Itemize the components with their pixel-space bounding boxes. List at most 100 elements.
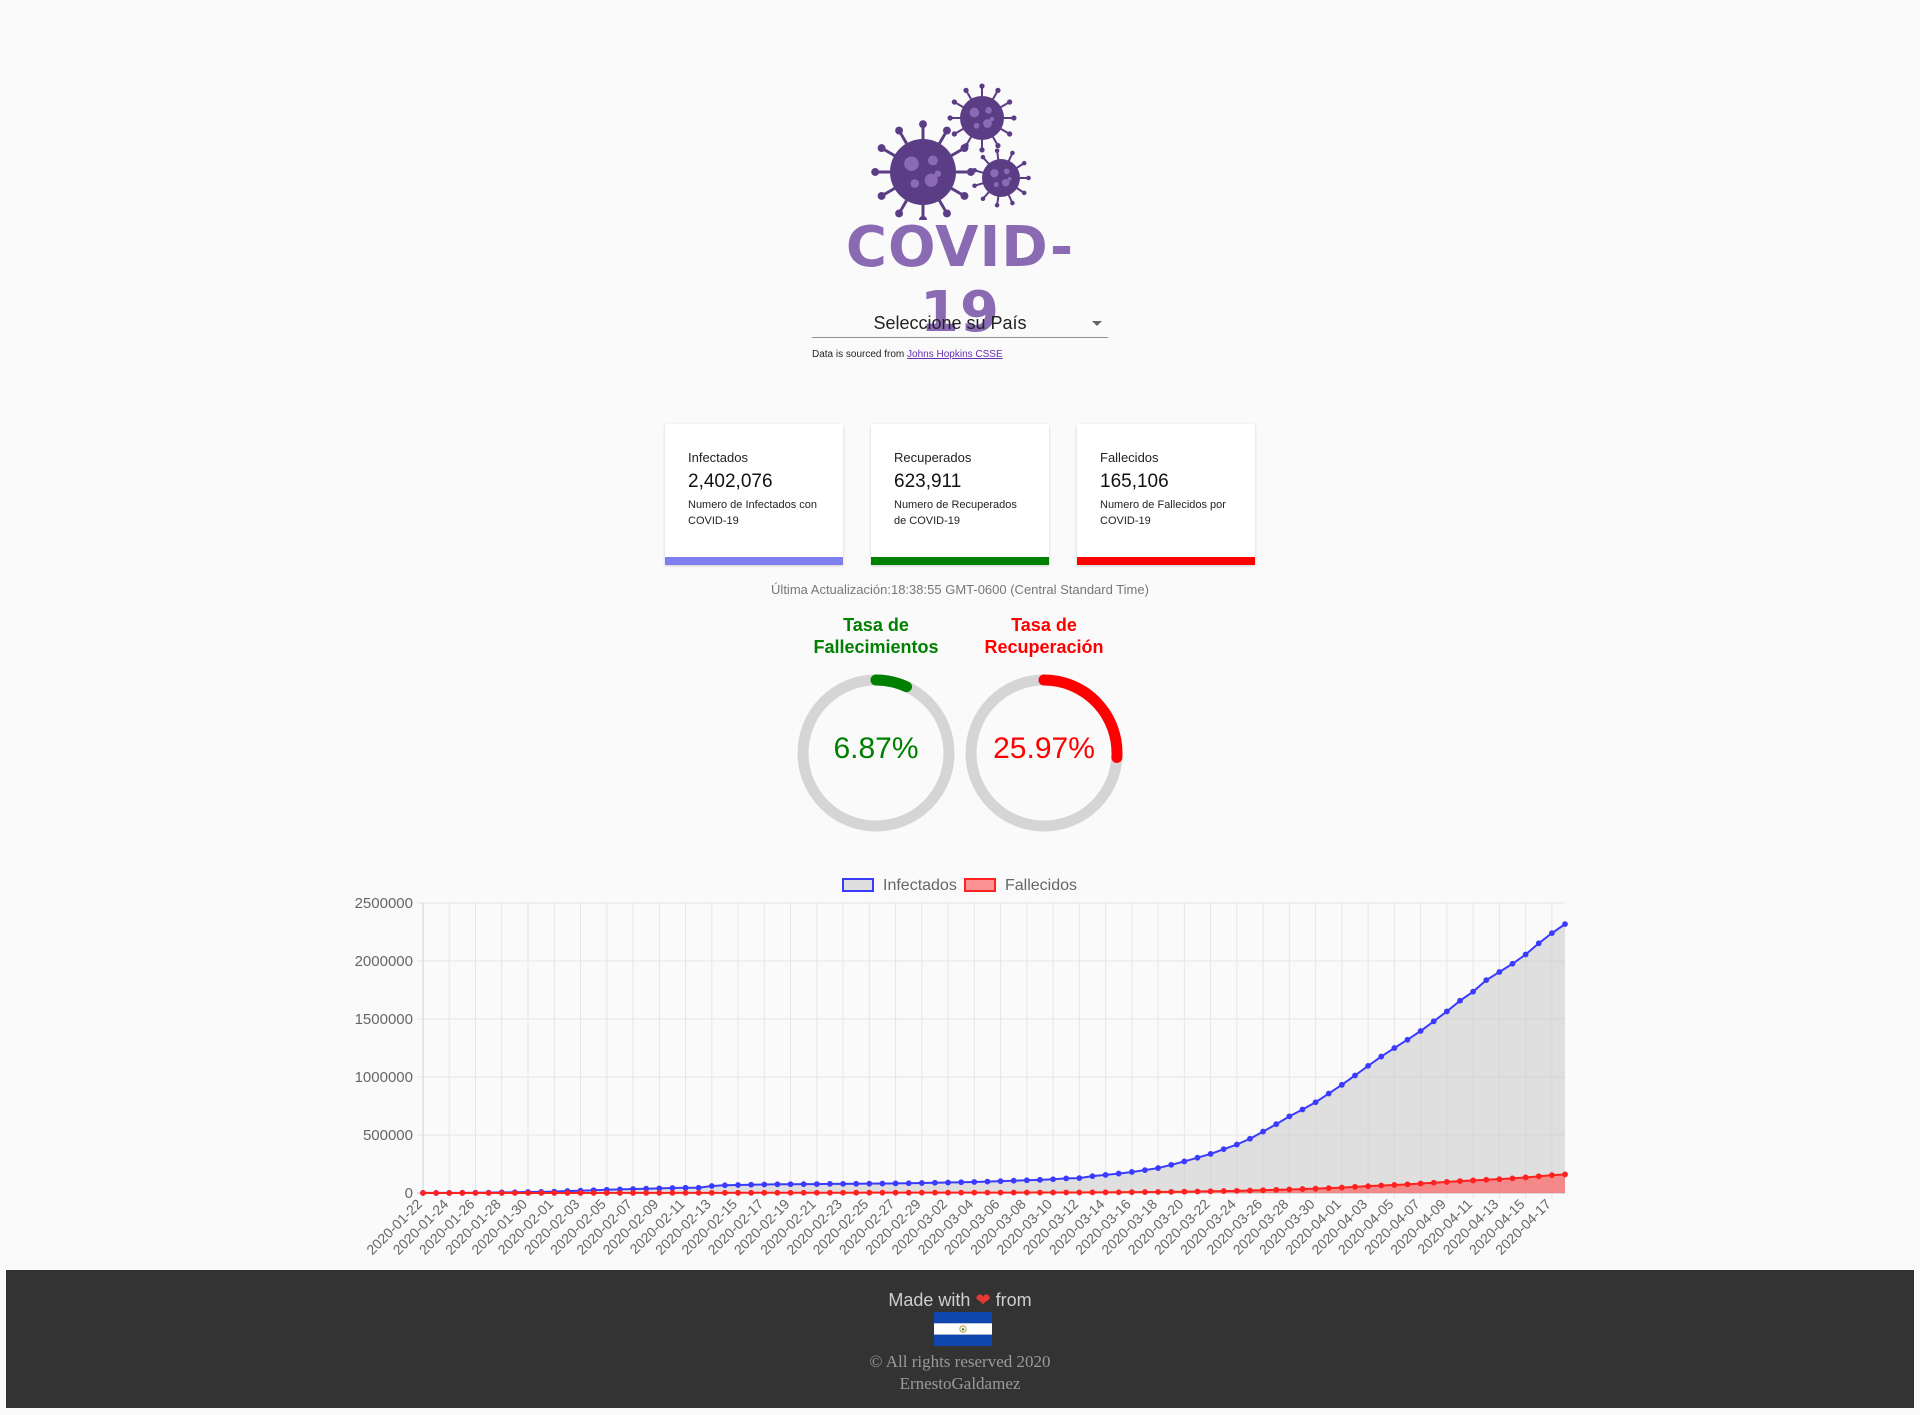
data-point[interactable] <box>879 1189 886 1196</box>
data-point[interactable] <box>1102 1189 1109 1196</box>
data-point[interactable] <box>1155 1165 1161 1171</box>
data-point[interactable] <box>984 1178 991 1185</box>
data-point[interactable] <box>1325 1090 1332 1097</box>
data-point[interactable] <box>1037 1176 1043 1183</box>
data-point[interactable] <box>1168 1188 1175 1195</box>
data-point[interactable] <box>695 1184 702 1191</box>
data-point[interactable] <box>1273 1186 1280 1193</box>
data-point[interactable] <box>932 1189 938 1196</box>
data-point[interactable] <box>1430 1179 1437 1186</box>
data-point[interactable] <box>800 1181 807 1188</box>
data-point[interactable] <box>774 1189 781 1196</box>
data-point[interactable] <box>1220 1188 1227 1194</box>
data-point[interactable] <box>787 1181 794 1188</box>
data-point[interactable] <box>1023 1189 1030 1196</box>
data-point[interactable] <box>1155 1189 1161 1195</box>
data-point[interactable] <box>1181 1188 1188 1195</box>
data-point[interactable] <box>1260 1128 1266 1135</box>
data-point[interactable] <box>1168 1161 1175 1168</box>
data-point[interactable] <box>1194 1154 1201 1161</box>
data-point[interactable] <box>840 1189 846 1196</box>
data-point[interactable] <box>800 1189 807 1196</box>
data-point[interactable] <box>735 1182 741 1188</box>
data-point[interactable] <box>459 1190 466 1196</box>
data-point[interactable] <box>1365 1062 1372 1069</box>
data-point[interactable] <box>1115 1189 1122 1196</box>
data-point[interactable] <box>1522 951 1529 958</box>
data-point[interactable] <box>1128 1169 1135 1175</box>
data-point[interactable] <box>1076 1189 1083 1196</box>
data-point[interactable] <box>813 1189 820 1196</box>
data-point[interactable] <box>1365 1183 1372 1190</box>
data-point[interactable] <box>866 1180 873 1187</box>
data-point[interactable] <box>918 1180 925 1186</box>
data-point[interactable] <box>1562 1171 1568 1178</box>
data-point[interactable] <box>892 1189 899 1196</box>
data-point[interactable] <box>1352 1072 1358 1079</box>
data-point[interactable] <box>1509 960 1516 967</box>
data-point[interactable] <box>564 1190 571 1196</box>
data-point[interactable] <box>827 1180 833 1187</box>
data-point[interactable] <box>1535 940 1542 947</box>
data-point[interactable] <box>695 1189 702 1196</box>
data-point[interactable] <box>774 1181 781 1188</box>
data-point[interactable] <box>1233 1141 1240 1148</box>
source-link[interactable]: Johns Hopkins CSSE <box>907 349 1003 360</box>
data-point[interactable] <box>1470 1177 1477 1184</box>
data-point[interactable] <box>1443 1179 1450 1185</box>
data-point[interactable] <box>958 1179 965 1186</box>
data-point[interactable] <box>1286 1186 1293 1193</box>
data-point[interactable] <box>1089 1173 1096 1180</box>
data-point[interactable] <box>1089 1189 1096 1196</box>
data-point[interactable] <box>1037 1189 1043 1196</box>
data-point[interactable] <box>735 1189 741 1196</box>
data-point[interactable] <box>1548 1172 1555 1179</box>
data-point[interactable] <box>1509 1175 1516 1182</box>
data-point[interactable] <box>1023 1177 1030 1184</box>
data-point[interactable] <box>472 1190 479 1196</box>
data-point[interactable] <box>1391 1182 1398 1188</box>
data-point[interactable] <box>708 1183 715 1189</box>
data-point[interactable] <box>1470 988 1477 995</box>
data-point[interactable] <box>945 1179 951 1186</box>
data-point[interactable] <box>1562 921 1568 928</box>
data-point[interactable] <box>1483 1176 1490 1183</box>
country-select[interactable]: Seleccione su País <box>812 305 1108 338</box>
data-point[interactable] <box>971 1179 978 1185</box>
data-point[interactable] <box>1207 1151 1214 1157</box>
data-point[interactable] <box>1247 1187 1253 1194</box>
data-point[interactable] <box>971 1189 978 1196</box>
data-point[interactable] <box>669 1185 676 1191</box>
data-point[interactable] <box>918 1189 925 1196</box>
data-point[interactable] <box>984 1189 991 1196</box>
data-point[interactable] <box>997 1178 1004 1185</box>
data-point[interactable] <box>1312 1185 1319 1192</box>
data-point[interactable] <box>1010 1189 1017 1196</box>
data-point[interactable] <box>958 1189 965 1196</box>
data-point[interactable] <box>1010 1177 1017 1184</box>
data-point[interactable] <box>879 1180 886 1187</box>
data-point[interactable] <box>1496 969 1503 975</box>
data-point[interactable] <box>761 1189 768 1196</box>
data-point[interactable] <box>1181 1158 1188 1165</box>
data-point[interactable] <box>1260 1187 1266 1194</box>
data-point[interactable] <box>1102 1171 1109 1178</box>
data-point[interactable] <box>1417 1180 1424 1187</box>
data-point[interactable] <box>1404 1181 1411 1188</box>
data-point[interactable] <box>827 1189 833 1196</box>
data-point[interactable] <box>682 1184 689 1191</box>
data-point[interactable] <box>498 1190 505 1196</box>
data-point[interactable] <box>538 1190 545 1196</box>
data-point[interactable] <box>1063 1175 1070 1182</box>
data-point[interactable] <box>1194 1188 1201 1195</box>
data-point[interactable] <box>1338 1081 1345 1088</box>
data-point[interactable] <box>722 1189 728 1196</box>
data-point[interactable] <box>616 1190 623 1196</box>
data-point[interactable] <box>1220 1146 1227 1153</box>
data-point[interactable] <box>892 1180 899 1187</box>
data-point[interactable] <box>945 1189 951 1196</box>
data-point[interactable] <box>1496 1176 1503 1183</box>
data-point[interactable] <box>1522 1174 1529 1181</box>
data-point[interactable] <box>1378 1053 1385 1060</box>
data-point[interactable] <box>761 1181 768 1188</box>
